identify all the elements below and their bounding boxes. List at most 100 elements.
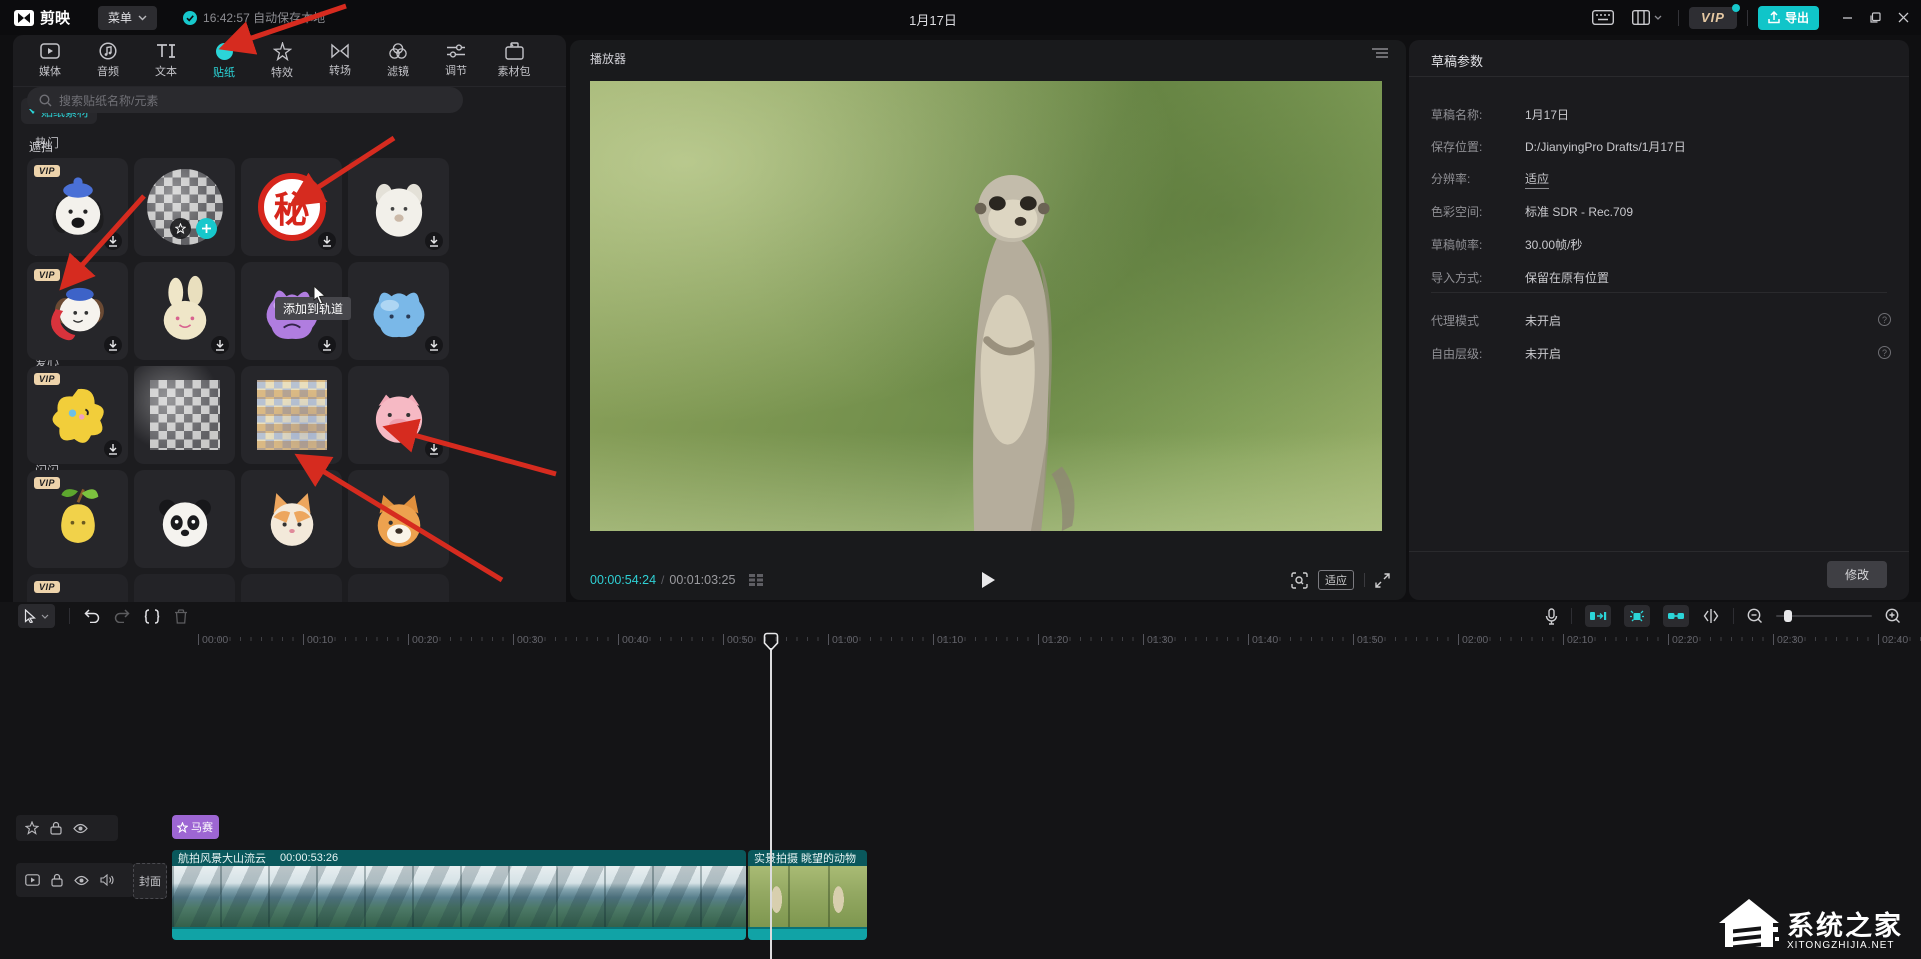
download-icon[interactable] xyxy=(104,336,122,354)
sticker-partial-4[interactable] xyxy=(348,574,449,602)
download-icon[interactable] xyxy=(318,336,336,354)
redo-button[interactable] xyxy=(114,609,130,623)
dog-phone-sticker-art xyxy=(41,274,115,348)
divider xyxy=(1409,551,1909,552)
minimize-button[interactable] xyxy=(1833,0,1861,35)
split-button[interactable] xyxy=(144,609,160,624)
sticker-partial-1[interactable]: VIP xyxy=(27,574,128,602)
timeline-ruler[interactable]: 00:0000:1000:2000:3000:4000:5001:0001:10… xyxy=(0,630,1921,652)
draft-value: 未开启 xyxy=(1525,345,1561,362)
download-icon[interactable] xyxy=(425,336,443,354)
preview-axis-toggle[interactable] xyxy=(1702,608,1720,624)
ruler-label: 01:00 xyxy=(828,634,858,646)
tab-adjust[interactable]: 调节 xyxy=(427,35,485,86)
help-icon[interactable]: ? xyxy=(1878,346,1891,359)
zoom-in-icon[interactable] xyxy=(1885,608,1901,624)
eye-icon[interactable] xyxy=(74,875,89,886)
sticker-cat[interactable] xyxy=(241,470,342,568)
playhead-handle[interactable] xyxy=(763,632,779,652)
tab-filter[interactable]: 滤镜 xyxy=(369,35,427,86)
sticker-white-dog[interactable] xyxy=(348,158,449,256)
sticker-partial-3[interactable] xyxy=(241,574,342,602)
frame-preview-zoom-icon[interactable] xyxy=(1291,572,1308,589)
record-voiceover-icon[interactable] xyxy=(1545,608,1558,625)
sticker-mosaic-circle[interactable] xyxy=(134,158,235,256)
tab-text[interactable]: 文本 xyxy=(137,35,195,86)
sticker-mosaic-gray[interactable] xyxy=(134,366,235,464)
lock-icon[interactable] xyxy=(50,821,62,835)
tab-sticker[interactable]: 贴纸 xyxy=(195,35,253,86)
download-icon[interactable] xyxy=(104,232,122,250)
shortcut-keyboard-icon[interactable] xyxy=(1592,10,1614,25)
menu-button[interactable]: 菜单 xyxy=(98,6,157,30)
delete-button[interactable] xyxy=(174,609,188,624)
add-to-track-button[interactable] xyxy=(196,218,217,239)
sticker-search-input[interactable]: 搜索贴纸名称/元素 xyxy=(27,87,463,113)
eye-icon[interactable] xyxy=(73,823,88,834)
player-options-icon[interactable] xyxy=(1372,48,1388,58)
speaker-icon[interactable] xyxy=(100,874,114,886)
zoom-slider-handle[interactable] xyxy=(1784,610,1792,622)
tab-assets[interactable]: 素材包 xyxy=(485,35,543,86)
draft-panel-title: 草稿参数 xyxy=(1431,51,1483,70)
timeline-toolbar xyxy=(0,602,1921,630)
sticker-shiba[interactable] xyxy=(348,470,449,568)
link-toggle[interactable] xyxy=(1663,605,1689,627)
maximize-button[interactable] xyxy=(1861,0,1889,35)
dog-beret-sticker-art xyxy=(41,170,115,244)
draft-value: 保留在原有位置 xyxy=(1525,269,1609,286)
magnetic-main-track-toggle[interactable] xyxy=(1624,605,1650,627)
clip-audio-strip xyxy=(172,927,746,940)
draft-value[interactable]: 适应 xyxy=(1525,170,1549,189)
help-icon[interactable]: ? xyxy=(1878,313,1891,326)
sticker-mosaic-color[interactable] xyxy=(241,366,342,464)
video-clip-1[interactable]: 航拍风景大山流云 00:00:53:26 xyxy=(172,850,746,940)
cursor-tool-icon xyxy=(24,609,36,623)
fit-button[interactable]: 适应 xyxy=(1318,570,1354,590)
library-tab-bar: 媒体音频文本贴纸特效 转场滤镜调节素材包 xyxy=(13,35,566,87)
layout-switch-button[interactable] xyxy=(1632,10,1662,25)
search-placeholder: 搜索贴纸名称/元素 xyxy=(59,92,158,109)
select-tool-button[interactable] xyxy=(18,604,55,628)
favorite-star-button[interactable] xyxy=(170,218,191,239)
cover-button[interactable]: 封面 xyxy=(133,863,167,899)
undo-button[interactable] xyxy=(84,609,100,623)
video-clip-2[interactable]: 实景拍摄 眺望的动物 xyxy=(748,850,867,940)
download-icon[interactable] xyxy=(425,232,443,250)
play-button[interactable] xyxy=(981,572,995,588)
sticker-yellow-fluff[interactable]: VIP xyxy=(27,366,128,464)
close-button[interactable] xyxy=(1889,0,1917,35)
sticker-pig[interactable] xyxy=(348,366,449,464)
sticker-mi-stamp[interactable]: 秘 xyxy=(241,158,342,256)
download-icon[interactable] xyxy=(104,440,122,458)
zoom-out-icon[interactable] xyxy=(1747,608,1763,624)
lock-icon[interactable] xyxy=(51,873,63,887)
playhead-timecode: 00:00:54:24 xyxy=(590,573,656,587)
ruler-label: 00:20 xyxy=(408,634,438,646)
sticker-partial-2[interactable] xyxy=(134,574,235,602)
video-preview[interactable] xyxy=(590,81,1382,531)
sticker-blue-blob[interactable] xyxy=(348,262,449,360)
playhead-line[interactable] xyxy=(770,648,772,959)
download-icon[interactable] xyxy=(318,232,336,250)
sticker-dog-beret[interactable]: VIP xyxy=(27,158,128,256)
download-icon[interactable] xyxy=(425,440,443,458)
sticker-clip-mosaic[interactable]: 马赛 xyxy=(172,815,219,839)
download-icon[interactable] xyxy=(211,336,229,354)
export-button[interactable]: 导出 xyxy=(1758,6,1819,30)
frame-grid-icon[interactable] xyxy=(749,574,765,586)
sticker-panda[interactable] xyxy=(134,470,235,568)
tab-transition[interactable]: 转场 xyxy=(311,35,369,86)
sticker-pear[interactable]: VIP xyxy=(27,470,128,568)
modify-button[interactable]: 修改 xyxy=(1827,561,1887,588)
tab-label: 特效 xyxy=(271,64,293,80)
timeline-zoom-slider[interactable] xyxy=(1776,615,1872,617)
fullscreen-icon[interactable] xyxy=(1375,573,1390,588)
sticker-bunny[interactable] xyxy=(134,262,235,360)
sticker-dog-phone[interactable]: VIP xyxy=(27,262,128,360)
tab-audio[interactable]: 音频 xyxy=(79,35,137,86)
tab-effects[interactable]: 特效 xyxy=(253,35,311,86)
snap-toggle[interactable] xyxy=(1585,605,1611,627)
tab-media[interactable]: 媒体 xyxy=(21,35,79,86)
vip-badge[interactable]: VIP xyxy=(1689,7,1737,29)
